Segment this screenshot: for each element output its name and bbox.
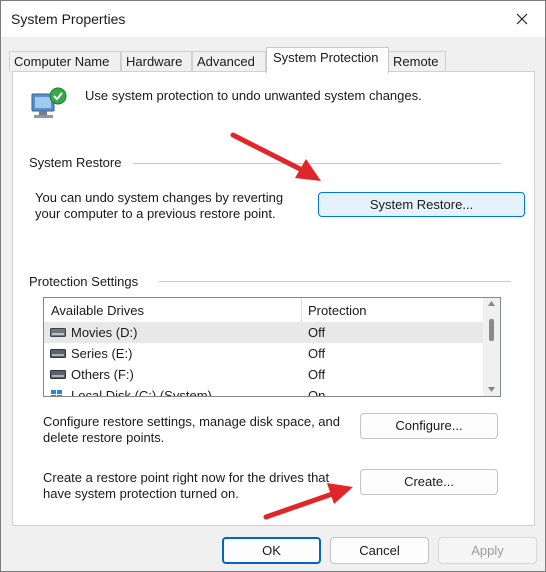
arrow-annotation-top [230, 132, 321, 181]
tab-system-protection[interactable]: System Protection [266, 47, 389, 73]
system-properties-window: System Properties Computer Name Hardware… [0, 0, 546, 572]
arrow-annotation-bottom [263, 483, 353, 520]
annotation-arrows [230, 132, 353, 520]
